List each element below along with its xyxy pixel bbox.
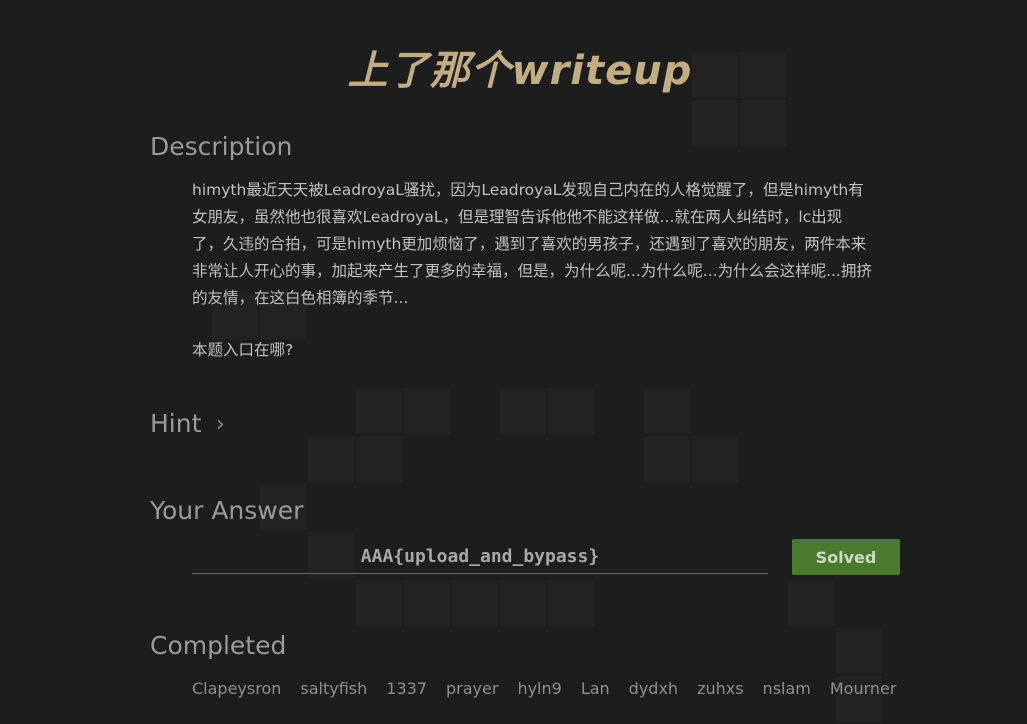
completed-user: saltyfish [300, 679, 368, 698]
challenge-title: 上了那个writeup [347, 48, 693, 94]
background-tile [788, 580, 834, 626]
background-tile [356, 436, 402, 482]
background-tile [356, 580, 402, 626]
description-text: himyth最近天天被LeadroyaL骚扰，因为LeadroyaL发现自己内在… [192, 181, 872, 307]
hint-heading[interactable]: Hint [150, 409, 201, 438]
background-tile [740, 100, 786, 146]
completed-user: Mourner [829, 679, 897, 698]
background-tile [452, 580, 498, 626]
background-tile [500, 388, 546, 434]
completed-user: 1337 [386, 679, 427, 698]
answer-heading: Your Answer [150, 496, 304, 525]
completed-user: zuhxs [697, 679, 744, 698]
completed-user-list: Clapeysron saltyfish 1337 prayer hyln9 L… [192, 679, 896, 698]
completed-user: nslam [762, 679, 811, 698]
background-tile [836, 628, 882, 674]
background-tile [404, 388, 450, 434]
background-tile [644, 388, 690, 434]
background-tile [548, 580, 594, 626]
background-tile [308, 436, 354, 482]
background-tile [644, 436, 690, 482]
background-tile [548, 388, 594, 434]
completed-heading: Completed [150, 631, 287, 660]
chevron-right-icon[interactable]: › [216, 412, 225, 437]
background-tile [500, 580, 546, 626]
solved-button[interactable]: Solved [792, 539, 900, 575]
completed-user: Clapeysron [192, 679, 282, 698]
completed-user: prayer [446, 679, 499, 698]
background-tile [692, 436, 738, 482]
page: 上了那个writeup Description himyth最近天天被Leadr… [0, 0, 1027, 724]
completed-user: Lan [580, 679, 610, 698]
description-entry-question: 本题入口在哪? [192, 341, 294, 359]
background-tile [356, 388, 402, 434]
completed-user: dydxh [628, 679, 679, 698]
background-tile [692, 100, 738, 146]
description-heading: Description [150, 132, 293, 161]
answer-input[interactable] [192, 540, 768, 574]
background-tile [404, 580, 450, 626]
completed-user: hyln9 [517, 679, 562, 698]
